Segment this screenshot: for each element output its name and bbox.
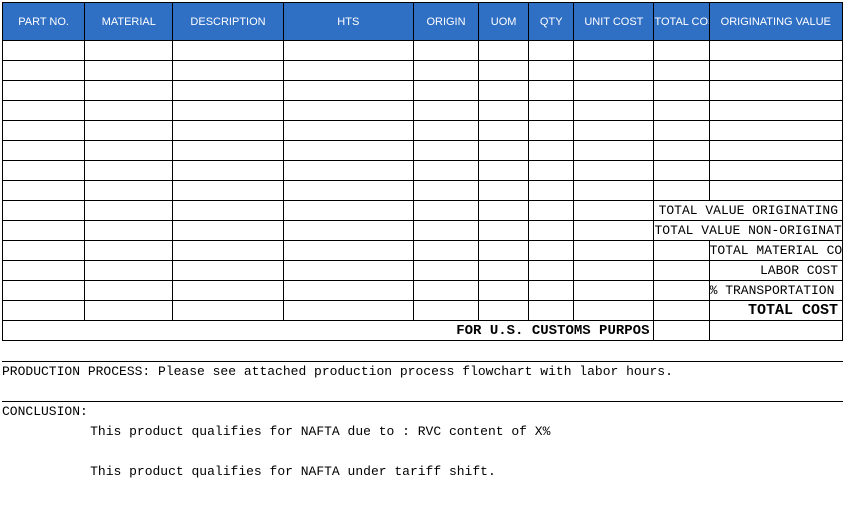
table-row bbox=[3, 161, 843, 181]
label-transportation-cost: % TRANSPORTATION COST bbox=[709, 281, 842, 301]
summary-row-labor-cost: LABOR COST bbox=[3, 261, 843, 281]
table-row bbox=[3, 81, 843, 101]
col-unit-cost: UNIT COST bbox=[574, 3, 654, 41]
col-part-no: PART NO. bbox=[3, 3, 85, 41]
checkbox-rvc[interactable] bbox=[2, 421, 84, 441]
label-total-material-cost: TOTAL MATERIAL COST bbox=[709, 241, 842, 261]
col-originating-value: ORIGINATING VALUE bbox=[709, 3, 842, 41]
table-row bbox=[3, 41, 843, 61]
production-process-row: PRODUCTION PROCESS: Please see attached … bbox=[2, 361, 843, 381]
conclusion-line2: This product qualifies for NAFTA under t… bbox=[84, 461, 843, 481]
table-row bbox=[3, 141, 843, 161]
production-process-text: PRODUCTION PROCESS: Please see attached … bbox=[2, 361, 710, 381]
conclusion-label: CONCLUSION: bbox=[2, 401, 843, 421]
summary-row-transportation-cost: % TRANSPORTATION COST bbox=[3, 281, 843, 301]
col-material: MATERIAL bbox=[85, 3, 173, 41]
summary-row-total-cost: TOTAL COST bbox=[3, 301, 843, 321]
table-row bbox=[3, 61, 843, 81]
col-hts: HTS bbox=[283, 3, 413, 41]
col-description: DESCRIPTION bbox=[173, 3, 283, 41]
table-row bbox=[3, 181, 843, 201]
label-labor-cost: LABOR COST bbox=[709, 261, 842, 281]
table-row bbox=[3, 121, 843, 141]
label-total-value-originating: TOTAL VALUE ORIGINATING bbox=[654, 201, 843, 221]
col-total-cost: TOTAL COST bbox=[654, 3, 709, 41]
checkbox-tariff-shift[interactable] bbox=[2, 461, 84, 481]
customs-purpose-text: FOR U.S. CUSTOMS PURPOS bbox=[413, 321, 654, 341]
summary-row-non-originating: TOTAL VALUE NON-ORIGINATING bbox=[3, 221, 843, 241]
conclusion-line1: This product qualifies for NAFTA due to … bbox=[84, 421, 843, 441]
table-row bbox=[3, 101, 843, 121]
conclusion-line2-row: This product qualifies for NAFTA under t… bbox=[2, 461, 843, 481]
summary-row-originating: TOTAL VALUE ORIGINATING bbox=[3, 201, 843, 221]
nafta-worksheet-table: PART NO. MATERIAL DESCRIPTION HTS ORIGIN… bbox=[2, 2, 843, 341]
notes-table: PRODUCTION PROCESS: Please see attached … bbox=[2, 341, 843, 481]
col-qty: QTY bbox=[529, 3, 574, 41]
summary-row-material-cost: TOTAL MATERIAL COST bbox=[3, 241, 843, 261]
customs-row: FOR U.S. CUSTOMS PURPOS bbox=[3, 321, 843, 341]
col-uom: UOM bbox=[479, 3, 529, 41]
conclusion-label-row: CONCLUSION: bbox=[2, 401, 843, 421]
label-total-cost: TOTAL COST bbox=[709, 301, 842, 321]
label-total-value-non-originating: TOTAL VALUE NON-ORIGINATING bbox=[654, 221, 843, 241]
conclusion-line1-row: This product qualifies for NAFTA due to … bbox=[2, 421, 843, 441]
header-row: PART NO. MATERIAL DESCRIPTION HTS ORIGIN… bbox=[3, 3, 843, 41]
col-origin: ORIGIN bbox=[413, 3, 478, 41]
